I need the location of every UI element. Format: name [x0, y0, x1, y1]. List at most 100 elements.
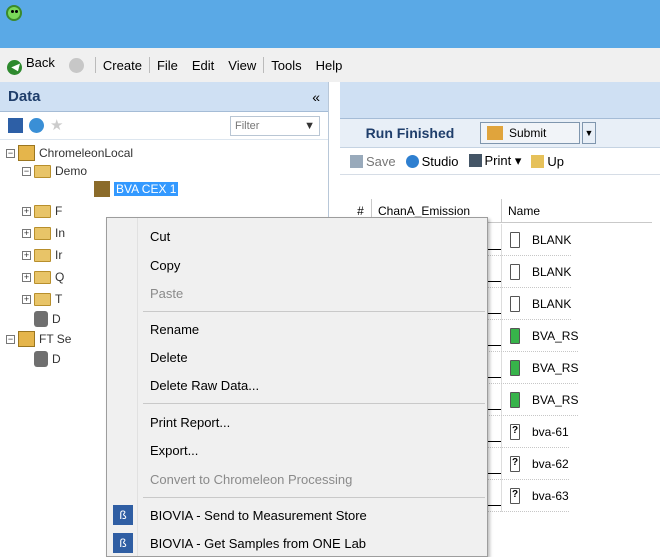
filter-input[interactable]: Filter ▼ [230, 115, 320, 136]
tree-node-recycle[interactable]: D [34, 310, 61, 328]
menu-item-convert[interactable]: Convert to Chromeleon Processing [107, 465, 487, 493]
menu-item-biovia-send[interactable]: ß BIOVIA - Send to Measurement Store [107, 501, 487, 529]
collapse-panel-button[interactable]: « [312, 89, 320, 105]
expand-icon[interactable]: + [22, 228, 31, 238]
menu-tools[interactable]: Tools [264, 58, 308, 73]
computer-icon[interactable] [8, 118, 23, 133]
submit-button[interactable]: Submit [480, 122, 580, 144]
data-panel-title: Data [8, 88, 41, 105]
folder-icon [34, 204, 51, 218]
blank-vial-icon [510, 232, 520, 248]
collapse-icon[interactable]: − [6, 334, 15, 344]
tree-node-folder[interactable]: + In [22, 224, 65, 242]
back-button[interactable]: ◀ Back [0, 55, 62, 75]
menu-separator [143, 311, 485, 312]
expand-icon[interactable]: + [22, 250, 31, 260]
biovia-icon: ß [113, 505, 133, 525]
menu-item-print-report[interactable]: Print Report... [107, 408, 487, 436]
expand-icon[interactable]: + [22, 272, 31, 282]
name-cell: bva-63 [502, 488, 569, 504]
name-cell: BVA_RS [502, 328, 578, 344]
print-button[interactable]: Print ▾ [468, 153, 521, 169]
menu-help[interactable]: Help [309, 58, 350, 73]
run-status: Run Finished [365, 125, 455, 141]
unknown-vial-icon [510, 488, 520, 504]
menu-separator [143, 403, 485, 404]
unknown-vial-icon [510, 424, 520, 440]
data-panel-header: Data « [0, 82, 328, 112]
submit-icon [487, 126, 503, 140]
context-menu: Cut Copy Paste Rename Delete Delete Raw … [106, 217, 488, 557]
name-cell: BVA_RS [502, 392, 578, 408]
menu-item-delete[interactable]: Delete [107, 343, 487, 371]
folder-up-icon [531, 154, 545, 168]
save-button[interactable]: Save [350, 154, 396, 169]
folder-icon [34, 164, 51, 178]
menu-item-copy[interactable]: Copy [107, 251, 487, 279]
tree-node-folder[interactable]: + Ir [22, 246, 62, 264]
tree-node-folder[interactable]: + Q [22, 268, 64, 286]
menu-item-paste[interactable]: Paste [107, 279, 487, 307]
menu-file[interactable]: File [150, 58, 185, 73]
blank-vial-icon [510, 296, 520, 312]
standard-vial-icon [510, 328, 520, 344]
up-button[interactable]: Up [531, 154, 564, 169]
tree-node-demo[interactable]: − Demo [22, 162, 87, 180]
status-bar: Run Finished Submit ▼ [340, 119, 660, 148]
folder-icon [34, 248, 51, 262]
title-bar [0, 0, 660, 48]
name-cell: BLANK [502, 264, 571, 280]
menu-item-export[interactable]: Export... [107, 436, 487, 464]
sequence-panel-header [340, 82, 660, 119]
forward-button[interactable] [62, 57, 95, 73]
star-icon[interactable]: ★ [50, 118, 65, 133]
menu-bar: ◀ Back Create File Edit View Tools Help [0, 48, 660, 82]
name-cell: bva-62 [502, 456, 569, 472]
folder-icon [34, 292, 51, 306]
folder-icon [34, 226, 51, 240]
menu-item-biovia-get[interactable]: ß BIOVIA - Get Samples from ONE Lab [107, 529, 487, 557]
unknown-vial-icon [510, 456, 520, 472]
database-icon [18, 331, 35, 347]
tree-node-recycle[interactable]: D [34, 350, 61, 368]
studio-icon [405, 154, 419, 168]
menu-item-cut[interactable]: Cut [107, 222, 487, 250]
blank-vial-icon [510, 264, 520, 280]
data-panel-toolbar: ★ Filter ▼ [0, 112, 328, 140]
save-icon [350, 154, 363, 168]
standard-vial-icon [510, 392, 520, 408]
tree-node-folder[interactable]: + T [22, 290, 62, 308]
expand-icon[interactable]: + [22, 206, 31, 216]
name-cell: bva-61 [502, 424, 569, 440]
back-arrow-icon: ◀ [7, 60, 22, 75]
tree-node-sequence[interactable]: BVA CEX 1 [94, 180, 179, 198]
expand-icon[interactable]: + [22, 294, 31, 304]
name-cell: BVA_RS [502, 360, 578, 376]
trash-icon [34, 311, 48, 327]
standard-vial-icon [510, 360, 520, 376]
menu-view[interactable]: View [221, 58, 263, 73]
sequence-toolbar: Save Studio Print ▾ Up [340, 148, 660, 175]
collapse-icon[interactable]: − [22, 166, 31, 176]
tree-node-folder[interactable]: + F [22, 202, 62, 220]
menu-separator [143, 497, 485, 498]
biovia-icon: ß [113, 533, 133, 553]
menu-item-rename[interactable]: Rename [107, 315, 487, 343]
app-icon [6, 5, 22, 21]
filter-icon[interactable]: ▼ [304, 120, 315, 132]
forward-arrow-icon [68, 57, 84, 73]
menu-create[interactable]: Create [96, 58, 149, 73]
sequence-icon [94, 181, 110, 197]
submit-dropdown-icon[interactable]: ▼ [582, 122, 596, 144]
studio-button[interactable]: Studio [405, 154, 459, 169]
menu-item-delete-raw-data[interactable]: Delete Raw Data... [107, 371, 487, 399]
globe-icon[interactable] [29, 118, 44, 133]
column-header-name[interactable]: Name [502, 199, 652, 222]
collapse-icon[interactable]: − [6, 148, 15, 158]
trash-icon [34, 351, 48, 367]
database-icon [18, 145, 35, 161]
folder-icon [34, 270, 51, 284]
menu-edit[interactable]: Edit [185, 58, 221, 73]
tree-node-root2[interactable]: − FT Se [6, 330, 71, 348]
tree-node-root[interactable]: − ChromeleonLocal [6, 144, 133, 162]
